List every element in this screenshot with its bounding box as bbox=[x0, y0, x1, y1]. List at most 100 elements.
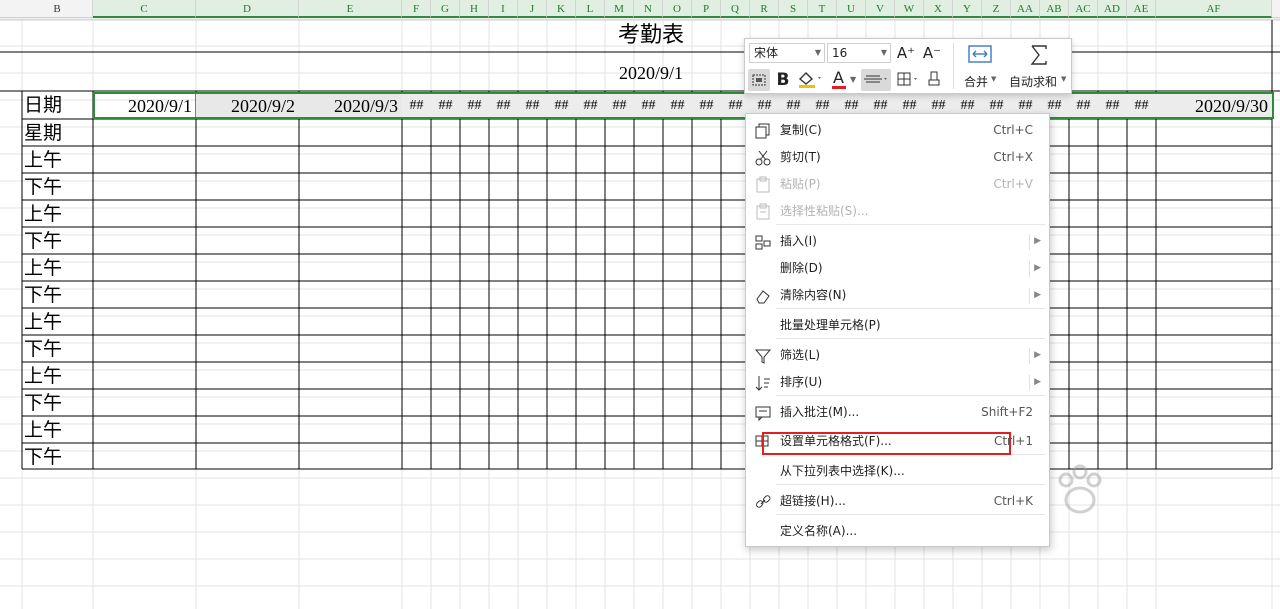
borders-button[interactable] bbox=[895, 69, 921, 91]
menu-item-shortcut: Ctrl+C bbox=[993, 123, 1033, 137]
menu-item[interactable]: 设置单元格格式(F)... Ctrl+1 bbox=[746, 428, 1049, 455]
paste-special-icon bbox=[756, 203, 770, 220]
row-label[interactable]: 下午 bbox=[24, 390, 92, 416]
menu-divider bbox=[776, 454, 1045, 455]
overflow-date-cell[interactable]: ## bbox=[1127, 93, 1156, 119]
menu-divider bbox=[776, 224, 1045, 225]
row-label[interactable]: 上午 bbox=[24, 363, 92, 389]
row-label[interactable]: 下午 bbox=[24, 282, 92, 308]
menu-item-label: 插入批注(M)... bbox=[780, 405, 860, 419]
menu-item[interactable]: 插入(I) ▶ bbox=[746, 228, 1049, 255]
menu-item[interactable]: 从下拉列表中选择(K)... bbox=[746, 458, 1049, 485]
chevron-right-icon: ▶ bbox=[1034, 290, 1041, 300]
shrink-font-icon: A⁻ bbox=[922, 44, 942, 62]
link-icon bbox=[756, 495, 771, 508]
clear-format-button[interactable] bbox=[925, 69, 945, 91]
date-cell[interactable]: 2020/9/2 bbox=[196, 93, 299, 119]
menu-item[interactable]: 筛选(L) ▶ bbox=[746, 342, 1049, 369]
font-name-select[interactable]: 宋体 ▼ bbox=[749, 43, 825, 63]
submenu-divider bbox=[1029, 375, 1030, 391]
autosum-label: 自动求和 bbox=[1009, 75, 1058, 89]
row-label[interactable]: 日期 bbox=[24, 92, 92, 118]
mini-toolbar: 宋体 ▼ 16 ▼ A⁺ A⁻ B A ▼ 合并 ▼ 自动求和 ▼ bbox=[744, 38, 1072, 94]
menu-item[interactable]: 定义名称(A)... bbox=[746, 518, 1049, 545]
menu-item-shortcut: Ctrl+1 bbox=[993, 434, 1033, 448]
overflow-date-cell[interactable]: ## bbox=[402, 93, 431, 119]
submenu-divider bbox=[1029, 261, 1030, 277]
overflow-date-cell[interactable]: ## bbox=[460, 93, 489, 119]
chevron-down-icon: ▼ bbox=[880, 48, 887, 57]
chevron-down-icon: ▼ bbox=[850, 75, 857, 84]
menu-item[interactable]: 超链接(H)... Ctrl+K bbox=[746, 488, 1049, 515]
borders-icon bbox=[897, 72, 917, 86]
spreadsheet[interactable]: B C D E F G H I J K L M N O P Q R S T U V W X Y Z AA AB AC AD AE AF 考勤… bbox=[0, 0, 1280, 609]
overflow-date-cell[interactable]: ## bbox=[547, 93, 576, 119]
overflow-date-cell[interactable]: ## bbox=[1069, 93, 1098, 119]
bold-button[interactable]: B bbox=[773, 69, 793, 91]
row-label[interactable]: 下午 bbox=[24, 228, 92, 254]
row-label[interactable]: 下午 bbox=[24, 174, 92, 200]
menu-item[interactable]: 粘贴(P) Ctrl+V bbox=[746, 171, 1049, 198]
chevron-down-icon: ▼ bbox=[1061, 75, 1067, 83]
row-label[interactable]: 下午 bbox=[24, 336, 92, 362]
font-color-bar bbox=[832, 86, 846, 89]
font-color-button[interactable]: A ▼ bbox=[829, 68, 859, 91]
menu-item[interactable]: 选择性粘贴(S)... bbox=[746, 198, 1049, 225]
comment-icon bbox=[755, 406, 771, 422]
row-label[interactable]: 下午 bbox=[24, 444, 92, 470]
menu-divider bbox=[776, 514, 1045, 515]
submenu-divider bbox=[1029, 348, 1030, 364]
overflow-date-cell[interactable]: ## bbox=[576, 93, 605, 119]
autosum-button[interactable]: 自动求和 ▼ bbox=[1007, 41, 1069, 91]
date-cell[interactable]: 2020/9/3 bbox=[299, 93, 402, 119]
overflow-date-cell[interactable]: ## bbox=[1098, 93, 1127, 119]
grow-font-icon: A⁺ bbox=[896, 44, 916, 62]
menu-divider bbox=[776, 338, 1045, 339]
menu-item-label: 删除(D) bbox=[780, 261, 823, 275]
format-painter-button[interactable] bbox=[748, 69, 770, 91]
menu-item[interactable]: 插入批注(M)... Shift+F2 bbox=[746, 399, 1049, 426]
row-label[interactable]: 上午 bbox=[24, 201, 92, 227]
subtitle-date[interactable]: 2020/9/1 bbox=[22, 56, 1280, 90]
shrink-font-button[interactable]: A⁻ bbox=[921, 42, 943, 64]
chevron-right-icon: ▶ bbox=[1034, 377, 1041, 387]
row-label[interactable]: 星期 bbox=[24, 120, 92, 146]
menu-item-label: 超链接(H)... bbox=[780, 494, 846, 508]
menu-item[interactable]: 复制(C) Ctrl+C bbox=[746, 117, 1049, 144]
row-label[interactable]: 上午 bbox=[24, 255, 92, 281]
menu-item-label: 从下拉列表中选择(K)... bbox=[780, 464, 905, 478]
menu-item[interactable]: 清除内容(N) ▶ bbox=[746, 282, 1049, 309]
copy-icon bbox=[755, 123, 770, 139]
menu-item[interactable]: 剪切(T) Ctrl+X bbox=[746, 144, 1049, 171]
menu-divider bbox=[776, 395, 1045, 396]
overflow-date-cell[interactable]: ## bbox=[489, 93, 518, 119]
grow-font-button[interactable]: A⁺ bbox=[895, 42, 917, 64]
menu-item[interactable]: 删除(D) ▶ bbox=[746, 255, 1049, 282]
align-center-button[interactable] bbox=[861, 69, 891, 91]
overflow-date-cell[interactable]: ## bbox=[518, 93, 547, 119]
context-menu: 复制(C) Ctrl+C 剪切(T) Ctrl+X 粘贴(P) Ctrl+V 选择性粘贴(S… bbox=[745, 113, 1050, 547]
date-cell-last[interactable]: 2020/9/30 bbox=[1156, 93, 1272, 119]
bold-icon: B bbox=[776, 70, 790, 90]
sheet-title[interactable]: 考勤表 bbox=[22, 20, 1280, 52]
overflow-date-cell[interactable]: ## bbox=[663, 93, 692, 119]
overflow-date-cell[interactable]: ## bbox=[431, 93, 460, 119]
overflow-date-cell[interactable]: ## bbox=[605, 93, 634, 119]
overflow-date-cell[interactable]: ## bbox=[634, 93, 663, 119]
chevron-down-icon: ▼ bbox=[991, 75, 997, 83]
menu-item-shortcut: Ctrl+V bbox=[993, 177, 1033, 191]
paint-bucket-icon bbox=[798, 72, 821, 88]
eraser-icon bbox=[756, 290, 770, 304]
fill-color-button[interactable] bbox=[795, 69, 825, 91]
menu-divider bbox=[776, 484, 1045, 485]
menu-item-label: 粘贴(P) bbox=[780, 177, 821, 191]
row-label[interactable]: 上午 bbox=[24, 147, 92, 173]
merge-button[interactable]: 合并 ▼ bbox=[957, 41, 1003, 91]
row-label[interactable]: 上午 bbox=[24, 309, 92, 335]
menu-item[interactable]: 排序(U) ▶ bbox=[746, 369, 1049, 396]
font-size-select[interactable]: 16 ▼ bbox=[827, 43, 891, 63]
row-label[interactable]: 上午 bbox=[24, 417, 92, 443]
overflow-date-cell[interactable]: ## bbox=[692, 93, 721, 119]
menu-item[interactable]: 批量处理单元格(P) bbox=[746, 312, 1049, 339]
date-cell[interactable]: 2020/9/1 bbox=[93, 93, 196, 119]
